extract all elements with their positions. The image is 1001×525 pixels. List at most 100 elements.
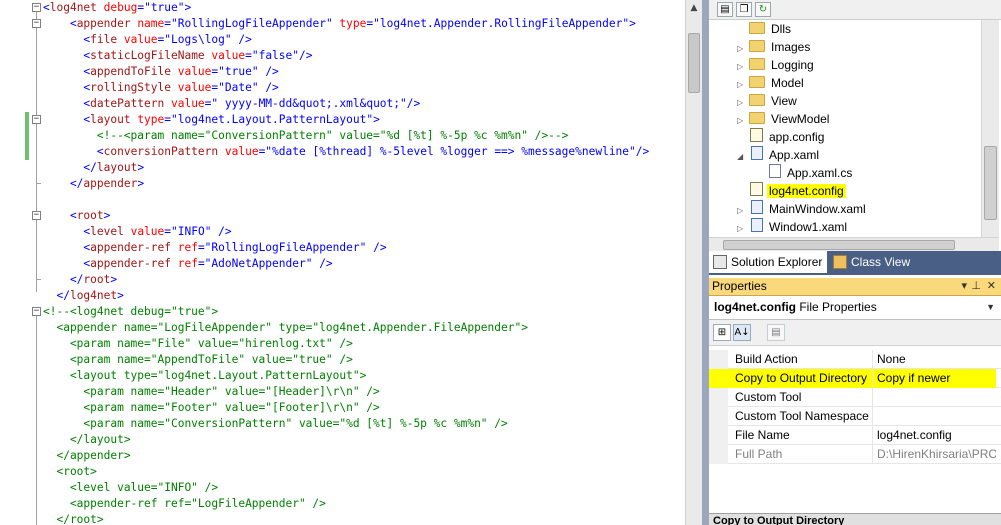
categorized-icon[interactable]: ⊞ xyxy=(713,324,731,341)
code-line[interactable]: <appender name="RollingLogFileAppender" … xyxy=(43,16,685,32)
code-line[interactable]: <staticLogFileName value="false"/> xyxy=(43,48,685,64)
tree-item[interactable]: ▷ Logging xyxy=(737,56,816,74)
property-value[interactable]: None xyxy=(873,350,996,369)
expand-arrow-icon[interactable]: ◢ xyxy=(737,148,749,166)
code-token: =" xyxy=(211,65,225,78)
collapse-toggle[interactable]: − xyxy=(32,211,41,220)
code-token: <param name="Footer" value="[Footer]\r\n… xyxy=(43,401,380,414)
show-all-files-icon[interactable]: ❐ xyxy=(736,2,752,17)
editor-vertical-scrollbar[interactable]: ▲ xyxy=(685,0,702,525)
tree-item[interactable]: ▷ ViewModel xyxy=(737,110,831,128)
close-icon[interactable]: ✕ xyxy=(987,278,996,295)
tree-item[interactable]: ▷ View xyxy=(737,92,799,110)
code-token: "/> xyxy=(629,145,650,158)
code-line[interactable]: <layout type="log4net.Layout.PatternLayo… xyxy=(43,112,685,128)
code-line[interactable]: <root> xyxy=(43,464,685,480)
properties-object-selector[interactable]: log4net.config File Properties ▼ xyxy=(709,296,1001,320)
code-token: <!--<log4net debug="true"> xyxy=(43,305,219,318)
refresh-icon[interactable]: ↻ xyxy=(755,2,771,17)
dropdown-icon[interactable]: ▾ xyxy=(961,278,967,295)
property-value[interactable] xyxy=(873,388,996,407)
code-line[interactable]: <log4net debug="true"> xyxy=(43,0,685,16)
code-line[interactable]: </root> xyxy=(43,512,685,525)
property-row[interactable]: Copy to Output Directory Copy if newer xyxy=(709,369,1001,388)
property-row[interactable]: Custom Tool Namespace xyxy=(709,407,1001,426)
scrollbar-thumb[interactable] xyxy=(723,240,955,250)
property-value[interactable]: Copy if newer xyxy=(873,369,996,388)
code-line[interactable] xyxy=(43,192,685,208)
code-line[interactable]: <datePattern value=" yyyy-MM-dd&quot;.xm… xyxy=(43,96,685,112)
tree-item[interactable]: ▷ Window1.xaml xyxy=(737,218,849,236)
code-line[interactable]: <appendToFile value="true" /> xyxy=(43,64,685,80)
properties-toolbar-icon[interactable]: ▤ xyxy=(717,2,733,17)
code-token: ref xyxy=(170,257,198,270)
property-value[interactable]: log4net.config xyxy=(873,426,996,445)
code-line[interactable]: <rollingStyle value="Date" /> xyxy=(43,80,685,96)
code-line[interactable]: <!--<log4net debug="true"> xyxy=(43,304,685,320)
code-line[interactable]: <root> xyxy=(43,208,685,224)
property-row[interactable]: Build Action None xyxy=(709,350,1001,369)
code-line[interactable]: </layout> xyxy=(43,160,685,176)
collapse-toggle[interactable]: − xyxy=(32,115,41,124)
expand-arrow-icon[interactable]: ▷ xyxy=(737,220,749,237)
code-line[interactable]: <appender name="LogFileAppender" type="l… xyxy=(43,320,685,336)
code-line[interactable]: <param name="Header" value="[Header]\r\n… xyxy=(43,384,685,400)
code-line[interactable]: </layout> xyxy=(43,432,685,448)
config-file-icon xyxy=(750,128,763,142)
code-token: false xyxy=(258,49,293,62)
property-name: File Name xyxy=(709,426,873,445)
code-line[interactable]: </appender> xyxy=(43,176,685,192)
tree-item[interactable]: ▷ MainWindow.xaml xyxy=(737,200,868,218)
code-line[interactable]: <level value="INFO" /> xyxy=(43,480,685,496)
code-line[interactable]: <param name="ConversionPattern" value="%… xyxy=(43,416,685,432)
code-line[interactable]: </log4net> xyxy=(43,288,685,304)
tree-item[interactable]: ◢ App.xaml xyxy=(737,146,821,164)
tab-solution-explorer[interactable]: Solution Explorer xyxy=(709,251,827,273)
tab-class-view[interactable]: Class View xyxy=(829,251,939,273)
scrollbar-thumb[interactable] xyxy=(984,146,997,220)
property-value[interactable]: D:\HirenKhirsaria\PRO xyxy=(873,445,996,464)
tree-item[interactable]: ▷ Images xyxy=(737,38,812,56)
pane-splitter[interactable] xyxy=(702,0,709,525)
tree-item[interactable]: Dlls xyxy=(737,20,793,38)
code-line[interactable]: <param name="Footer" value="[Footer]\r\n… xyxy=(43,400,685,416)
code-text[interactable]: <log4net debug="true"> <appender name="R… xyxy=(43,0,685,525)
code-editor[interactable]: − − − − − <log4net debug="true"> <append… xyxy=(0,0,685,525)
property-row[interactable]: Custom Tool xyxy=(709,388,1001,407)
folder-icon xyxy=(749,112,765,124)
pin-icon[interactable]: ⊥ xyxy=(971,278,981,295)
tree-item[interactable]: App.xaml.cs xyxy=(755,164,854,182)
code-line[interactable]: <param name="AppendToFile" value="true" … xyxy=(43,352,685,368)
code-token: =" xyxy=(157,33,172,46)
tree-item[interactable]: log4net.config xyxy=(737,182,846,200)
tree-item[interactable]: ▷ Model xyxy=(737,74,806,92)
code-line[interactable]: <!--<param name="ConversionPattern" valu… xyxy=(43,128,685,144)
scroll-up-icon[interactable]: ▲ xyxy=(686,0,702,17)
property-row[interactable]: File Name log4net.config xyxy=(709,426,1001,445)
code-line[interactable]: </root> xyxy=(43,272,685,288)
property-value[interactable] xyxy=(873,407,996,426)
collapse-toggle[interactable]: − xyxy=(32,3,41,12)
property-row[interactable]: Full Path D:\HirenKhirsaria\PRO xyxy=(709,445,1001,464)
tree-item[interactable]: app.config xyxy=(737,128,826,146)
chevron-down-icon[interactable]: ▼ xyxy=(986,296,995,318)
code-token: <root> xyxy=(43,465,97,478)
code-line[interactable]: <level value="INFO" /> xyxy=(43,224,685,240)
alphabetical-icon[interactable]: A↓ xyxy=(733,324,751,341)
code-token: rollingStyle xyxy=(90,81,171,94)
code-line[interactable]: <param name="File" value="hirenlog.txt" … xyxy=(43,336,685,352)
collapse-toggle[interactable]: − xyxy=(32,19,41,28)
code-line[interactable]: <appender-ref ref="AdoNetAppender" /> xyxy=(43,256,685,272)
code-line[interactable]: <layout type="log4net.Layout.PatternLayo… xyxy=(43,368,685,384)
code-line[interactable]: <appender-ref ref="RollingLogFileAppende… xyxy=(43,240,685,256)
code-token: > xyxy=(110,273,118,286)
solution-horizontal-scrollbar[interactable] xyxy=(709,237,999,251)
code-line[interactable]: <conversionPattern value="%date [%thread… xyxy=(43,144,685,160)
code-line[interactable]: </appender> xyxy=(43,448,685,464)
code-line[interactable]: <appender-ref ref="LogFileAppender" /> xyxy=(43,496,685,512)
solution-vertical-scrollbar[interactable] xyxy=(981,20,999,237)
collapse-toggle[interactable]: − xyxy=(32,307,41,316)
scrollbar-thumb[interactable] xyxy=(688,33,700,93)
property-pages-icon[interactable]: ▤ xyxy=(767,324,785,341)
code-line[interactable]: <file value="Logs\log" /> xyxy=(43,32,685,48)
